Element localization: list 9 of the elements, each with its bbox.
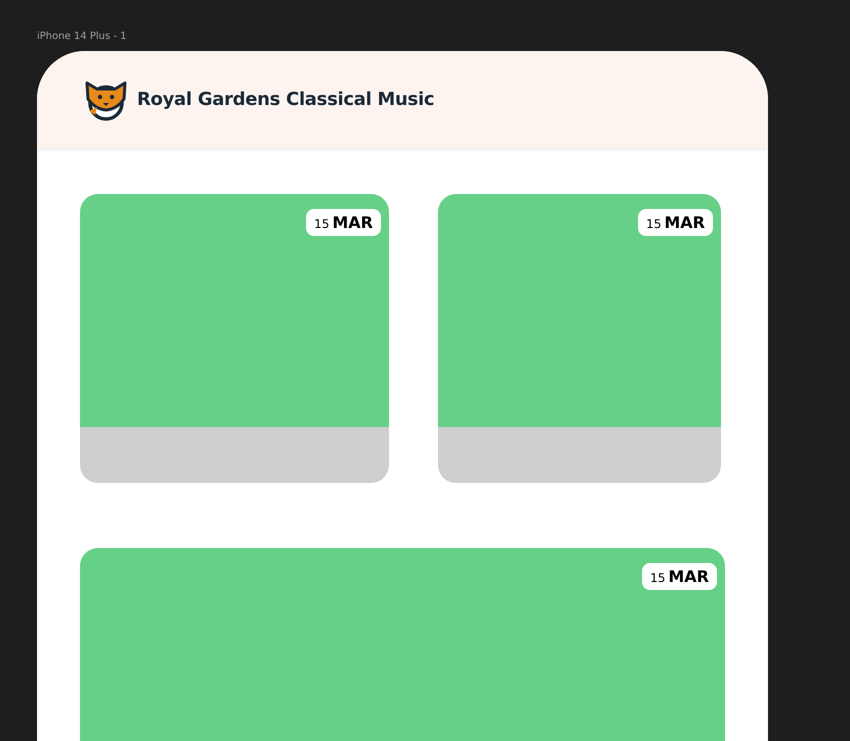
fox-logo-icon [83,78,129,120]
date-month: MAR [668,567,709,586]
date-month: MAR [332,213,373,232]
date-month: MAR [664,213,705,232]
date-day: 15 [314,217,330,231]
date-day: 15 [646,217,662,231]
app-title: Royal Gardens Classical Music [137,89,434,110]
date-day: 15 [650,571,666,585]
frame-label: iPhone 14 Plus - 1 [37,31,127,43]
